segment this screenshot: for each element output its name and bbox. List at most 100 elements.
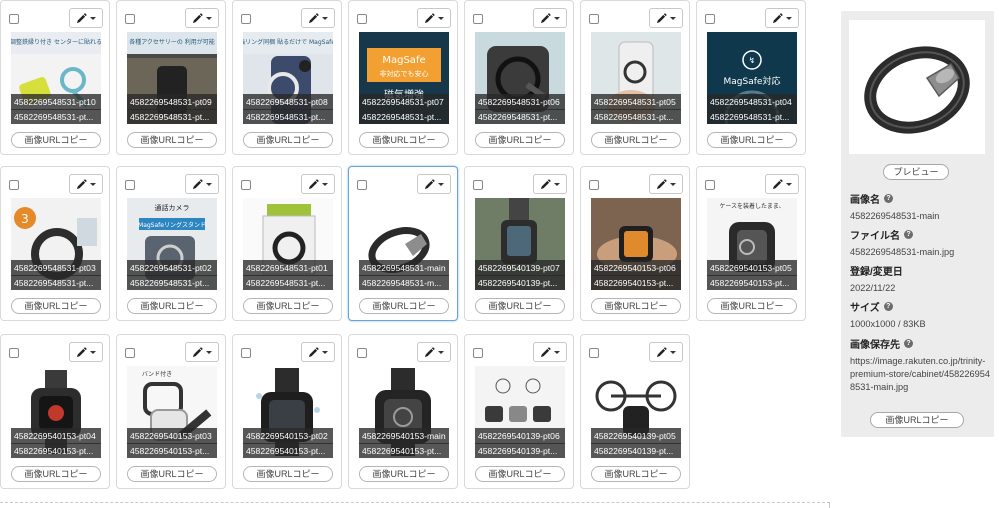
copy-url-button[interactable]: 画像URLコピー [707, 298, 797, 314]
edit-menu-button[interactable] [649, 342, 683, 362]
thumbnail-image[interactable]: 4582269548531-pt06 4582269548531-pt... [475, 32, 565, 124]
image-card[interactable]: 4582269540139-pt06 4582269540139-pt... 画像U… [464, 334, 574, 489]
select-checkbox[interactable] [241, 180, 251, 190]
copy-url-button[interactable]: 画像URLコピー [11, 466, 101, 482]
edit-menu-button[interactable] [533, 174, 567, 194]
select-checkbox[interactable] [589, 348, 599, 358]
select-checkbox[interactable] [125, 180, 135, 190]
select-checkbox[interactable] [473, 348, 483, 358]
thumbnail-image[interactable]: 磁気増強リング同梱 貼るだけで MagSafe 対応に 4582269548531… [243, 32, 333, 124]
thumbnail-image[interactable]: 3 4582269548531-pt03 4582269548531-pt... [11, 198, 101, 290]
copy-url-button[interactable]: 画像URLコピー [127, 132, 217, 148]
edit-menu-button[interactable] [417, 174, 451, 194]
edit-menu-button[interactable] [533, 8, 567, 28]
edit-menu-button[interactable] [301, 8, 335, 28]
help-icon[interactable]: ? [904, 339, 913, 348]
select-checkbox[interactable] [9, 14, 19, 24]
thumbnail-image[interactable]: 4582269540153-main 4582269540153-pt... [359, 366, 449, 458]
image-card[interactable]: 4582269540153-main 4582269540153-pt... 画像U… [348, 334, 458, 489]
image-card[interactable]: 各種アクセサリーの 利用が可能 4582269548531-pt09 4582269… [116, 0, 226, 155]
copy-url-button[interactable]: 画像URLコピー [11, 298, 101, 314]
thumbnail-image[interactable]: ケースを装着したまま、 4582269540153-pt05 45822695401… [707, 198, 797, 290]
thumbnail-image[interactable]: 4582269540139-pt06 4582269540139-pt... [475, 366, 565, 458]
edit-menu-button[interactable] [301, 342, 335, 362]
select-checkbox[interactable] [473, 180, 483, 190]
preview-button[interactable]: プレビュー [883, 164, 949, 180]
select-checkbox[interactable] [589, 14, 599, 24]
copy-url-button[interactable]: 画像URLコピー [243, 132, 333, 148]
select-checkbox[interactable] [241, 14, 251, 24]
copy-url-button[interactable]: 画像URLコピー [591, 298, 681, 314]
edit-menu-button[interactable] [417, 8, 451, 28]
copy-url-button[interactable]: 画像URLコピー [127, 298, 217, 314]
image-card[interactable]: MagSafe非対応でも安心磁気増強4582269548531-pt074582… [348, 0, 458, 155]
thumbnail-image[interactable]: バンド付き 4582269540153-pt03 4582269540153-pt.… [127, 366, 217, 458]
image-card[interactable]: バンド付き 4582269540153-pt03 4582269540153-pt.… [116, 334, 226, 489]
edit-menu-button[interactable] [69, 8, 103, 28]
select-checkbox[interactable] [705, 14, 715, 24]
select-checkbox[interactable] [9, 348, 19, 358]
image-card[interactable]: 磁気増強リング同梱 貼るだけで MagSafe 対応に 4582269548531… [232, 0, 342, 155]
image-card[interactable]: 4582269548531-main 4582269548531-m... 画像UR… [348, 166, 458, 321]
copy-url-button[interactable]: 画像URLコピー [591, 132, 681, 148]
thumbnail-image[interactable]: MagSafe非対応でも安心磁気増強4582269548531-pt074582… [359, 32, 449, 124]
select-checkbox[interactable] [241, 348, 251, 358]
edit-menu-button[interactable] [185, 8, 219, 28]
thumbnail-image[interactable]: 4582269548531-pt01 4582269548531-pt... [243, 198, 333, 290]
edit-menu-button[interactable] [533, 342, 567, 362]
thumbnail-image[interactable]: ↯ MagSafe対応 4582269548531-pt04 458226954853… [707, 32, 797, 124]
help-icon[interactable]: ? [883, 302, 893, 311]
select-checkbox[interactable] [473, 14, 483, 24]
image-card[interactable]: 4582269548531-pt06 4582269548531-pt... 画像U… [464, 0, 574, 155]
copy-url-button[interactable]: 画像URLコピー [707, 132, 797, 148]
edit-menu-button[interactable] [301, 174, 335, 194]
copy-url-button[interactable]: 画像URLコピー [359, 132, 449, 148]
image-card[interactable]: 4582269540153-pt04 4582269540153-pt... 画像U… [0, 334, 110, 489]
help-icon[interactable]: ? [904, 230, 913, 239]
select-checkbox[interactable] [357, 348, 367, 358]
select-checkbox[interactable] [125, 348, 135, 358]
image-card[interactable]: 4582269540139-pt07 4582269540139-pt... 画像U… [464, 166, 574, 321]
copy-url-button[interactable]: 画像URLコピー [11, 132, 101, 148]
copy-url-button[interactable]: 画像URLコピー [475, 132, 565, 148]
copy-url-button[interactable]: 画像URLコピー [475, 466, 565, 482]
thumbnail-image[interactable]: 4582269540153-pt04 4582269540153-pt... [11, 366, 101, 458]
image-card[interactable]: 仕組みし簡単、調整鉄縁り付き センターに貼れる給付ツール同梱 4582269548… [0, 0, 110, 155]
thumbnail-image[interactable]: 4582269540139-pt07 4582269540139-pt... [475, 198, 565, 290]
copy-url-button[interactable]: 画像URLコピー [475, 298, 565, 314]
copy-url-button[interactable]: 画像URLコピー [243, 298, 333, 314]
image-card[interactable]: ケースを装着したまま、 4582269540153-pt05 45822695401… [696, 166, 806, 321]
edit-menu-button[interactable] [765, 8, 799, 28]
image-card[interactable]: 4582269540139-pt05 4582269540139-pt... 画像U… [580, 334, 690, 489]
edit-menu-button[interactable] [417, 342, 451, 362]
select-checkbox[interactable] [357, 180, 367, 190]
copy-url-button[interactable]: 画像URLコピー [870, 412, 964, 428]
help-icon[interactable]: ? [884, 194, 893, 203]
edit-menu-button[interactable] [649, 174, 683, 194]
edit-menu-button[interactable] [69, 342, 103, 362]
select-checkbox[interactable] [357, 14, 367, 24]
copy-url-button[interactable]: 画像URLコピー [359, 466, 449, 482]
select-checkbox[interactable] [705, 180, 715, 190]
select-checkbox[interactable] [125, 14, 135, 24]
thumbnail-image[interactable]: 4582269540153-pt02 4582269540153-pt... [243, 366, 333, 458]
select-checkbox[interactable] [9, 180, 19, 190]
thumbnail-image[interactable]: 4582269548531-main 4582269548531-m... [359, 198, 449, 290]
thumbnail-image[interactable]: 通話カメラ MagSafeリングスタンド 4582269548531-pt02 458… [127, 198, 217, 290]
thumbnail-image[interactable]: 4582269548531-pt05 4582269548531-pt... [591, 32, 681, 124]
image-card[interactable]: 4582269540153-pt06 4582269540153-pt... 画像U… [580, 166, 690, 321]
thumbnail-image[interactable]: 4582269540153-pt06 4582269540153-pt... [591, 198, 681, 290]
thumbnail-image[interactable]: 各種アクセサリーの 利用が可能 4582269548531-pt09 4582269… [127, 32, 217, 124]
edit-menu-button[interactable] [185, 342, 219, 362]
edit-menu-button[interactable] [185, 174, 219, 194]
image-card[interactable]: 3 4582269548531-pt03 4582269548531-pt... 画像… [0, 166, 110, 321]
select-checkbox[interactable] [589, 180, 599, 190]
edit-menu-button[interactable] [649, 8, 683, 28]
image-card[interactable]: 4582269540153-pt02 4582269540153-pt... 画像U… [232, 334, 342, 489]
thumbnail-image[interactable]: 4582269540139-pt05 4582269540139-pt... [591, 366, 681, 458]
copy-url-button[interactable]: 画像URLコピー [359, 298, 449, 314]
edit-menu-button[interactable] [765, 174, 799, 194]
copy-url-button[interactable]: 画像URLコピー [591, 466, 681, 482]
edit-menu-button[interactable] [69, 174, 103, 194]
copy-url-button[interactable]: 画像URLコピー [243, 466, 333, 482]
